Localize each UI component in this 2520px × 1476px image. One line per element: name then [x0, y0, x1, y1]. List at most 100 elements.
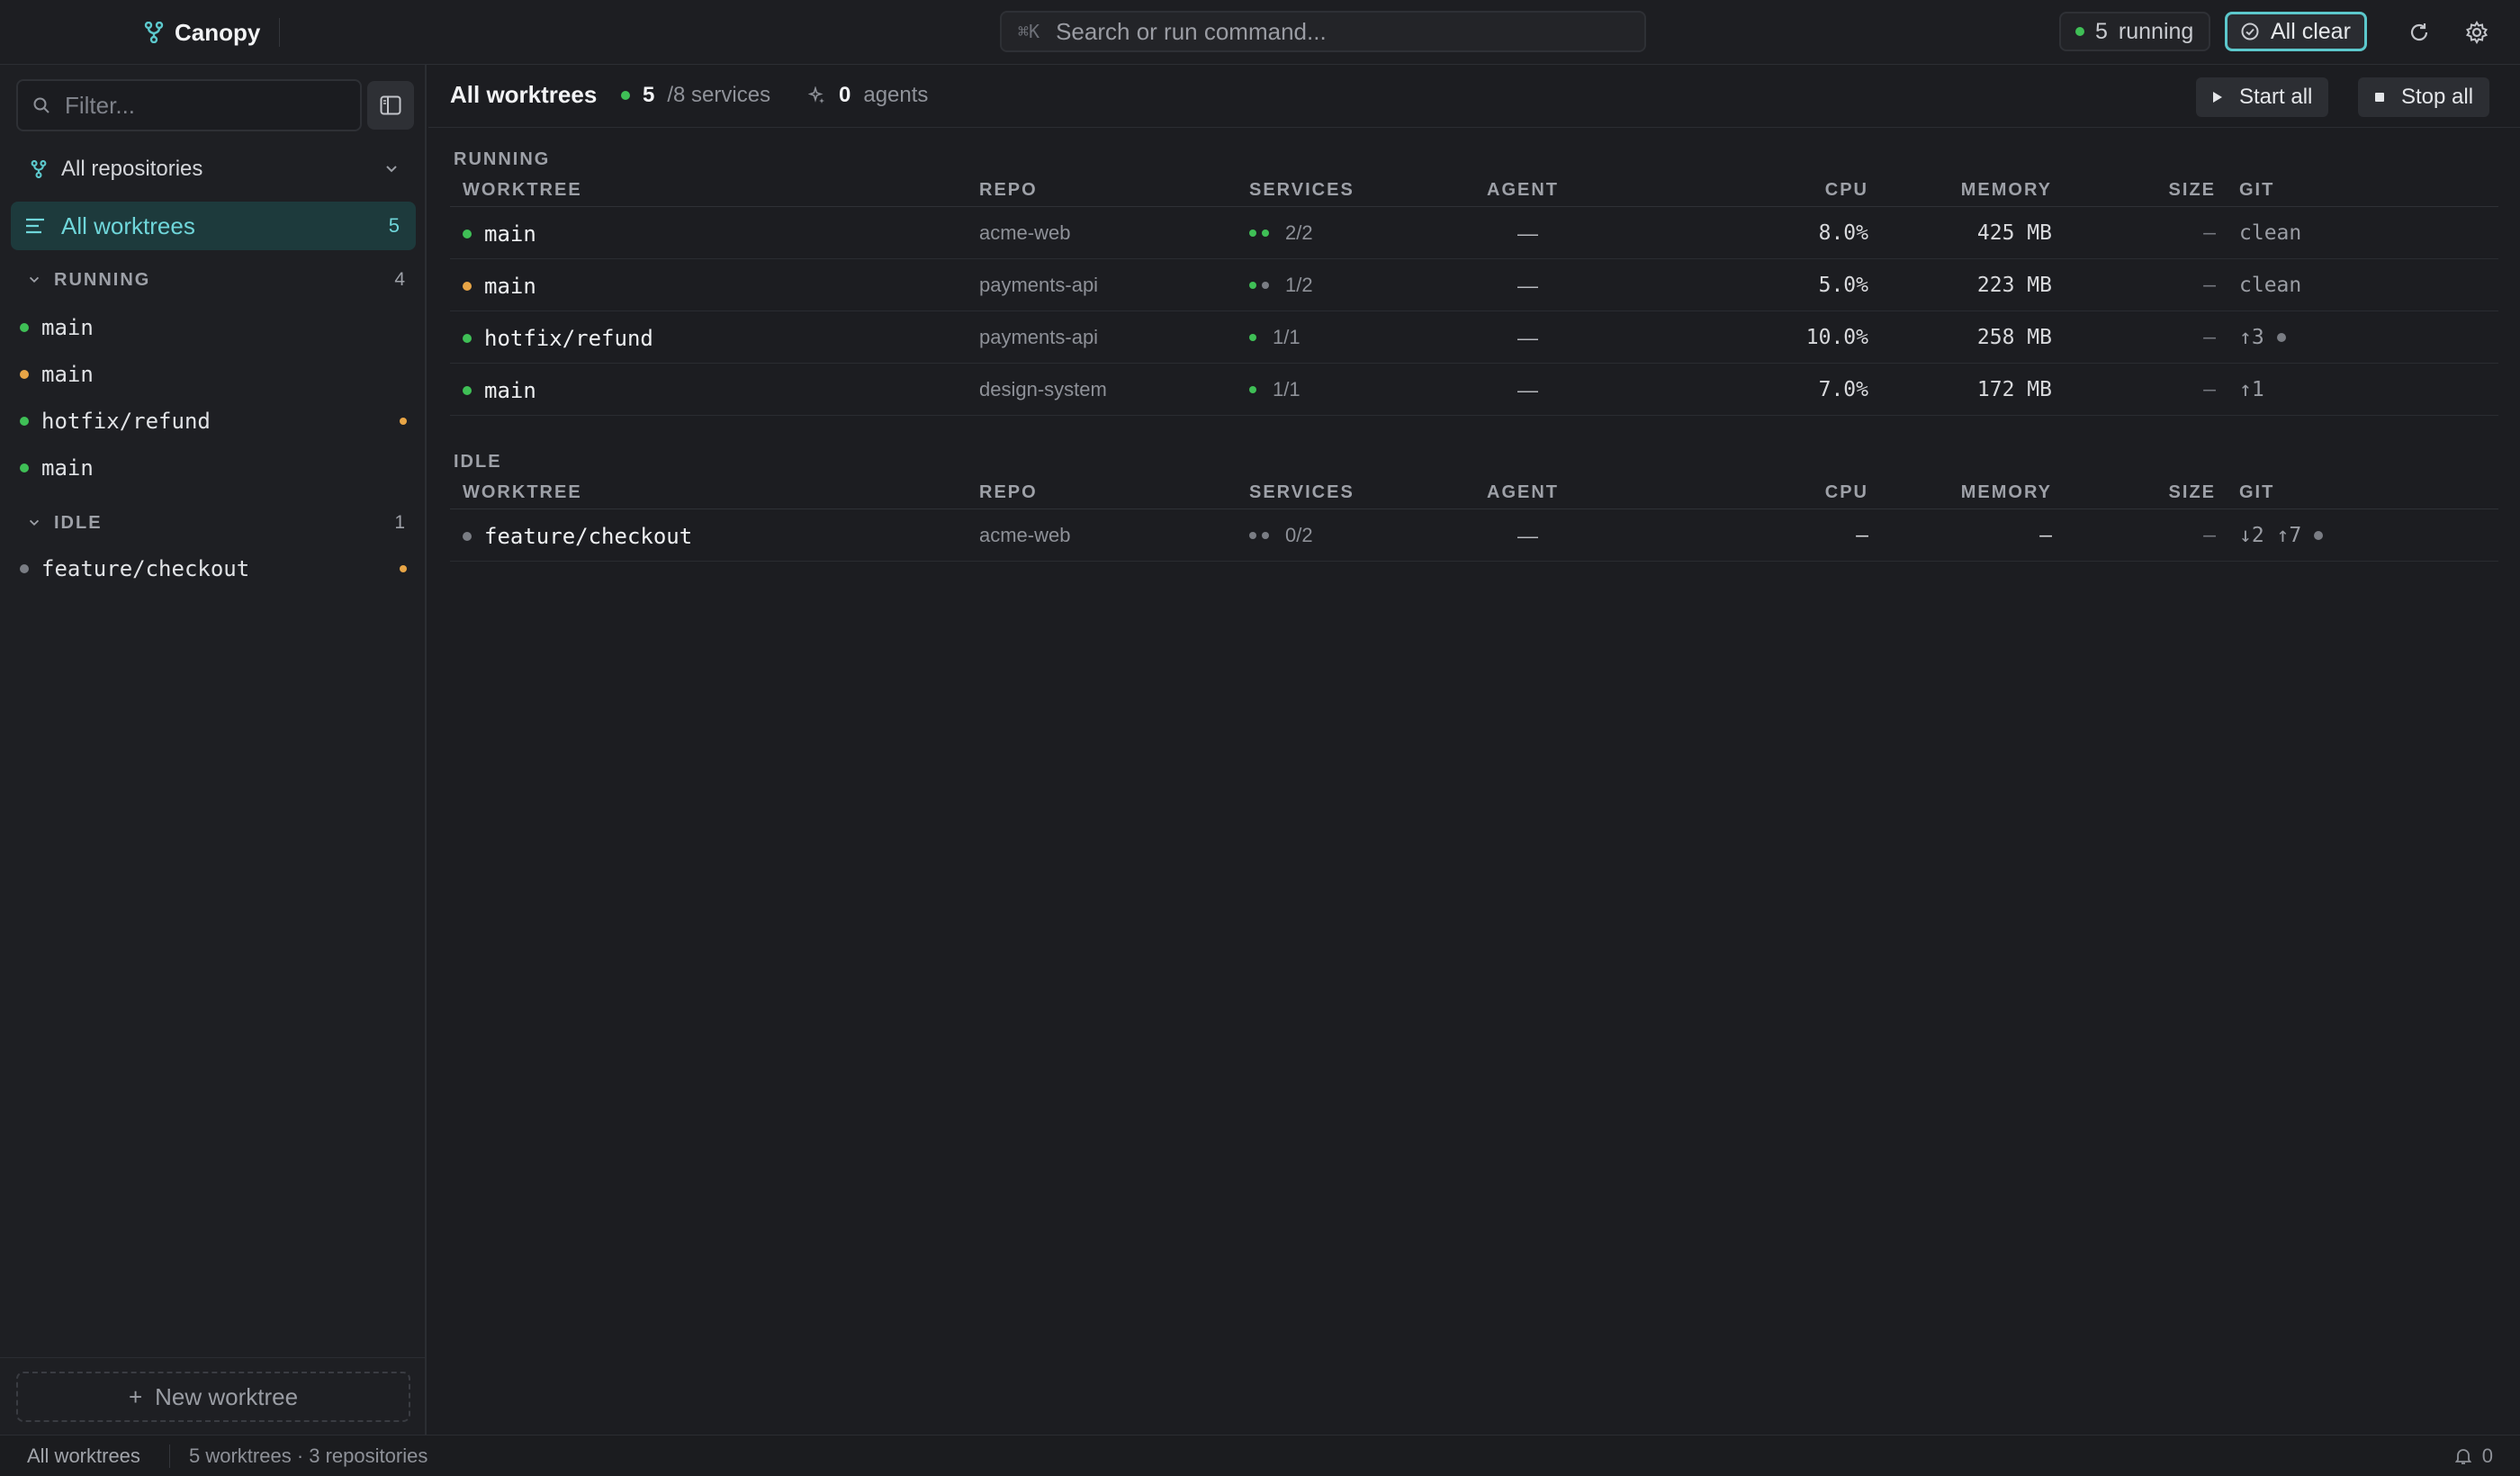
divider [0, 1357, 425, 1358]
column-header[interactable]: SIZE [2169, 180, 2216, 201]
sidebar-worktree-item[interactable]: feature/checkout [20, 551, 407, 587]
services-cell: 2/2 [1249, 221, 1313, 245]
column-header[interactable]: CPU [1825, 482, 1868, 503]
agents-count: 0 [839, 83, 851, 107]
sidebar-worktree-item[interactable]: hotfix/refund [20, 403, 407, 439]
size-cell: – [2203, 326, 2216, 349]
search-icon [33, 97, 50, 113]
column-header[interactable]: AGENT [1487, 180, 1559, 201]
main-panel: All worktrees 5 /8 services 0 agents Sta… [428, 65, 2520, 1435]
column-header[interactable]: MEMORY [1961, 482, 2052, 503]
status-dot-icon [20, 464, 29, 472]
table-row[interactable]: main acme-web 2/2 — 8.0% 425 MB – clean [450, 207, 2498, 259]
git-cell: clean [2239, 221, 2301, 245]
service-dot-icon [1262, 282, 1269, 289]
brand[interactable]: Canopy [144, 16, 260, 49]
chevron-down-icon [29, 519, 40, 526]
size-cell: – [2203, 221, 2216, 245]
group-label: IDLE [54, 512, 103, 533]
agent-cell: — [1517, 221, 1538, 245]
all-clear-label: All clear [2271, 18, 2351, 44]
repository-select[interactable]: All repositories [31, 151, 400, 187]
table-header: WORKTREE REPO SERVICES AGENT CPU MEMORY … [450, 175, 2498, 207]
page-title: All worktrees [450, 81, 598, 108]
column-header[interactable]: AGENT [1487, 482, 1559, 503]
column-header[interactable]: CPU [1825, 180, 1868, 201]
cpu-cell: – [1856, 524, 1868, 547]
services-stat: 5 /8 services [621, 83, 770, 108]
git-status: clean [2239, 274, 2302, 297]
git-status: ↑1 [2239, 378, 2264, 401]
status-bar-summary: 5 worktrees · 3 repositories [189, 1444, 428, 1467]
service-dot-icon [1249, 334, 1256, 341]
settings-button[interactable] [2461, 16, 2493, 49]
stop-all-button[interactable]: Stop all [2358, 77, 2490, 117]
command-palette-input[interactable]: ⌘K Search or run command... [1000, 11, 1646, 52]
filter-placeholder: Filter... [65, 91, 136, 119]
table-row[interactable]: main design-system 1/1 — 7.0% 172 MB – ↑… [450, 364, 2498, 416]
all-clear-pill[interactable]: All clear [2225, 12, 2367, 51]
gear-icon [2465, 20, 2488, 45]
running-table: WORKTREE REPO SERVICES AGENT CPU MEMORY … [450, 175, 2498, 416]
size-cell: – [2203, 378, 2216, 401]
sidebar-item-all-worktrees[interactable]: All worktrees 5 [11, 202, 416, 250]
worktree-name: main [41, 315, 94, 340]
status-bar-view[interactable]: All worktrees [27, 1444, 140, 1468]
column-header[interactable]: REPO [979, 180, 1038, 201]
group-label: RUNNING [54, 269, 151, 290]
worktree-name: feature/checkout [484, 524, 693, 549]
services-running-count: 5 [643, 83, 655, 107]
sidebar-worktree-item[interactable]: main [20, 310, 407, 346]
table-row[interactable]: feature/checkout acme-web 0/2 — – – – ↓2… [450, 509, 2498, 562]
idle-table: WORKTREE REPO SERVICES AGENT CPU MEMORY … [450, 477, 2498, 562]
sidebar-group-idle[interactable]: IDLE 1 [27, 509, 405, 536]
new-worktree-button[interactable]: + New worktree [16, 1372, 410, 1422]
repository-select-value: All repositories [61, 157, 203, 181]
app-name: Canopy [175, 18, 261, 46]
worktree-name: feature/checkout [41, 556, 250, 581]
column-header[interactable]: GIT [2239, 482, 2274, 503]
column-header[interactable]: REPO [979, 482, 1038, 503]
column-header[interactable]: WORKTREE [463, 180, 582, 201]
table-row[interactable]: main payments-api 1/2 — 5.0% 223 MB – cl… [450, 259, 2498, 311]
refresh-button[interactable] [2403, 16, 2435, 49]
services-count: 1/1 [1273, 326, 1300, 348]
running-label: running [2118, 18, 2194, 44]
git-cell: clean [2239, 274, 2301, 297]
column-header[interactable]: SERVICES [1249, 482, 1354, 503]
column-header[interactable]: MEMORY [1961, 180, 2052, 201]
dirty-dot-icon [2276, 333, 2286, 342]
toggle-sidebar-button[interactable] [367, 81, 414, 130]
dirty-dot-icon [2314, 531, 2324, 540]
memory-cell: 258 MB [1976, 326, 2052, 349]
status-bar: All worktrees 5 worktrees · 3 repositori… [0, 1435, 2520, 1476]
chevron-down-icon [386, 166, 397, 173]
cpu-cell: 5.0% [1818, 274, 1868, 297]
worktree-name: main [484, 274, 536, 299]
start-all-label: Start all [2239, 85, 2313, 109]
column-header[interactable]: GIT [2239, 180, 2274, 201]
sidebar-group-running[interactable]: RUNNING 4 [27, 266, 405, 293]
repo-cell: payments-api [979, 326, 1099, 348]
sparkle-icon [808, 86, 824, 104]
worktree-name: main [41, 455, 94, 481]
status-dot-icon [20, 417, 29, 426]
stop-icon [2375, 93, 2384, 102]
column-header[interactable]: WORKTREE [463, 482, 582, 503]
column-header[interactable]: SIZE [2169, 482, 2216, 503]
filter-input[interactable]: Filter... [16, 79, 362, 131]
play-icon [2213, 92, 2222, 103]
column-header[interactable]: SERVICES [1249, 180, 1354, 201]
services-cell: 1/1 [1249, 326, 1300, 349]
start-all-button[interactable]: Start all [2196, 77, 2329, 117]
agents-label: agents [863, 83, 929, 107]
agent-cell: — [1517, 524, 1538, 547]
sidebar-worktree-item[interactable]: main [20, 356, 407, 392]
worktree-cell: hotfix/refund [463, 326, 653, 351]
notifications-button[interactable]: 0 [2454, 1444, 2493, 1468]
branch-icon [31, 160, 47, 178]
table-row[interactable]: hotfix/refund payments-api 1/1 — 10.0% 2… [450, 311, 2498, 364]
refresh-icon [2410, 23, 2428, 41]
sidebar-worktree-item[interactable]: main [20, 450, 407, 486]
running-status-pill[interactable]: 5 running [2059, 12, 2210, 51]
